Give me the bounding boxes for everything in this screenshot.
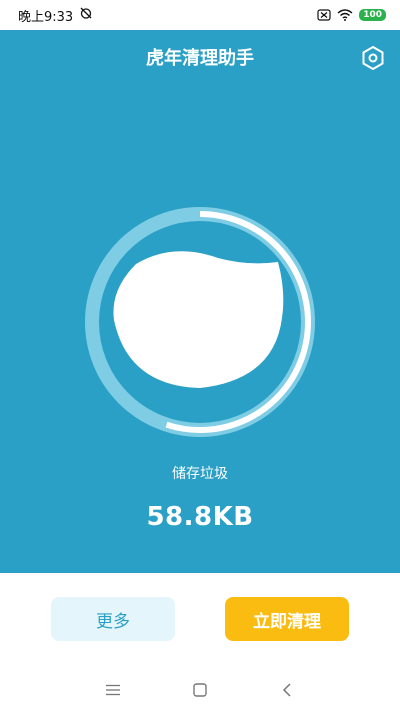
- clean-now-button[interactable]: 立即清理: [225, 597, 349, 641]
- main-panel: 虎年清理助手 储存垃圾 58.8KB: [0, 30, 400, 573]
- battery-icon: 100: [359, 9, 386, 21]
- alarm-off-icon: [79, 6, 93, 24]
- status-bar: 晚上9:33 100: [0, 0, 400, 30]
- status-left: 晚上9:33: [18, 6, 93, 25]
- more-button[interactable]: 更多: [51, 597, 175, 641]
- status-right: 100: [317, 6, 386, 25]
- gauge-fill-blob: [113, 251, 284, 388]
- storage-label: 储存垃圾: [172, 466, 228, 482]
- settings-hexagon-icon: [362, 45, 384, 71]
- system-nav-bar: [0, 675, 400, 705]
- storage-value: 58.8KB: [146, 502, 254, 532]
- status-time: 晚上9:33: [18, 9, 74, 25]
- app-title: 虎年清理助手: [146, 48, 254, 69]
- menu-icon[interactable]: [101, 678, 125, 702]
- bottom-panel: 更多 立即清理: [0, 573, 400, 711]
- wifi-icon: [337, 6, 353, 25]
- sim-off-icon: [317, 6, 331, 25]
- storage-gauge: [85, 207, 315, 437]
- settings-button[interactable]: [360, 45, 386, 71]
- home-icon[interactable]: [188, 678, 212, 702]
- back-icon[interactable]: [275, 678, 299, 702]
